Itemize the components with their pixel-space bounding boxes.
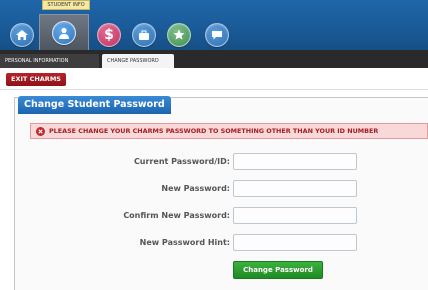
star-icon[interactable] [167,23,191,47]
change-password-button[interactable]: Change Password [233,261,323,279]
briefcase-icon[interactable] [132,23,156,47]
password-hint-input[interactable] [233,234,357,251]
exit-charms-button[interactable]: EXIT CHARMS [6,73,66,86]
current-password-label: Current Password/ID: [133,157,230,166]
active-nav-tab [39,14,89,50]
password-hint-label: New Password Hint: [139,238,230,247]
warning-alert: PLEASE CHANGE YOUR CHARMS PASSWORD TO SO… [30,123,428,139]
panel-title: Change Student Password [18,96,171,114]
sub-tab-bar: PERSONAL INFORMATION CHANGE PASSWORD [0,50,428,68]
confirm-password-input[interactable] [233,207,357,224]
dollar-icon: $ [104,27,114,43]
alert-text: PLEASE CHANGE YOUR CHARMS PASSWORD TO SO… [49,127,379,135]
chat-glyph [212,31,222,40]
nav-tooltip: STUDENT INFO [42,0,90,10]
error-icon [36,127,45,136]
user-icon [59,27,69,39]
star-glyph [173,29,185,40]
billing-icon[interactable]: $ [97,23,121,47]
chat-icon[interactable] [205,23,229,47]
tab-change-password[interactable]: CHANGE PASSWORD [102,54,174,68]
top-nav-bar: $ STUDENT INFO [0,0,428,50]
student-info-icon[interactable] [52,21,76,45]
home-icon-glyph [16,30,28,40]
new-password-input[interactable] [233,180,357,197]
new-password-label: New Password: [161,184,230,193]
tab-personal-information[interactable]: PERSONAL INFORMATION [0,54,99,68]
current-password-input[interactable] [233,153,357,170]
exit-bar: EXIT CHARMS [0,68,428,90]
confirm-password-label: Confirm New Password: [123,211,230,220]
home-icon[interactable] [10,23,34,47]
briefcase-glyph [139,30,149,40]
